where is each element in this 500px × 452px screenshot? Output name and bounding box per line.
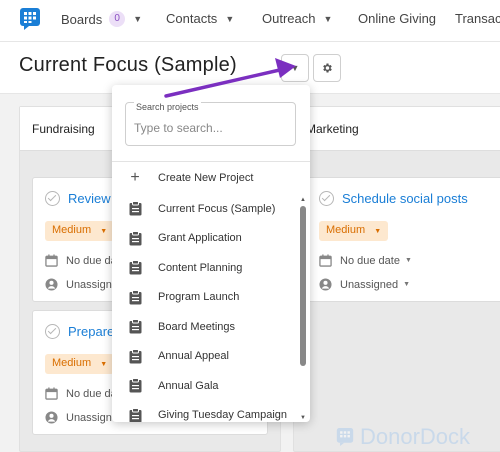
project-item[interactable]: Annual Gala (112, 371, 302, 401)
due-date[interactable]: No due date ▼ (319, 254, 412, 267)
project-list: Current Focus (Sample) Grant Application… (112, 194, 302, 422)
top-navigation: Boards 0 ▼ Contacts ▼ Outreach ▼ Online … (0, 0, 500, 42)
check-circle-icon[interactable] (319, 191, 334, 206)
priority-badge[interactable]: Medium ▼ (319, 221, 389, 241)
chevron-down-icon: ▼ (290, 63, 300, 73)
search-input[interactable] (134, 121, 284, 135)
nav-transactions[interactable]: Transac (455, 11, 500, 26)
assignee[interactable]: Unassigned ▼ (319, 278, 410, 291)
app-logo-icon[interactable] (19, 7, 41, 31)
project-item[interactable]: Giving Tuesday Campaign (112, 401, 302, 422)
nav-online-giving-label: Online Giving (358, 11, 437, 26)
search-projects-label: Search projects (134, 102, 201, 112)
due-date-label: No due da (66, 254, 117, 267)
due-date[interactable]: No due da (45, 254, 117, 267)
priority-label: Medium (326, 224, 366, 236)
project-item-label: Board Meetings (158, 320, 236, 333)
nav-contacts-label: Contacts (166, 11, 218, 26)
create-new-project-label: Create New Project (158, 172, 254, 184)
clipboard-icon (112, 319, 158, 334)
chevron-down-icon: ▼ (133, 14, 143, 24)
watermark-text: DonorDock (360, 424, 471, 449)
chevron-down-icon: ▼ (374, 228, 382, 235)
scroll-down-icon[interactable]: ▼ (300, 415, 306, 421)
project-item[interactable]: Grant Application (112, 224, 302, 254)
column-header: Marketing (294, 107, 500, 151)
project-item[interactable]: Current Focus (Sample) (112, 194, 302, 224)
clipboard-icon (112, 260, 158, 275)
assignee-label: Unassigned (340, 278, 399, 291)
assignee-label: Unassign (66, 411, 112, 424)
chevron-down-icon: ▼ (404, 257, 412, 264)
clipboard-icon (112, 378, 158, 393)
due-date-label: No due da (66, 387, 117, 400)
scroll-up-icon[interactable]: ▲ (300, 197, 306, 203)
settings-button[interactable] (313, 54, 341, 82)
project-item-label: Program Launch (158, 291, 240, 304)
task-title[interactable]: Schedule social posts (342, 191, 468, 206)
project-item-label: Content Planning (158, 261, 243, 274)
project-item[interactable]: Program Launch (112, 283, 302, 313)
project-item[interactable]: Content Planning (112, 253, 302, 283)
watermark-logo-icon (336, 428, 354, 446)
due-date[interactable]: No due da (45, 387, 117, 400)
check-circle-icon[interactable] (45, 191, 60, 206)
chevron-down-icon: ▼ (225, 13, 235, 24)
project-item-label: Giving Tuesday Campaign (158, 409, 288, 422)
project-item-label: Annual Gala (158, 379, 219, 392)
dropdown-scrollbar[interactable]: ▲ ▼ (300, 197, 306, 421)
divider (112, 161, 310, 162)
assignee[interactable]: Unassign (45, 411, 112, 424)
scroll-thumb[interactable] (300, 206, 306, 366)
chevron-down-icon: ▼ (323, 13, 333, 24)
nav-outreach[interactable]: Outreach ▼ (262, 11, 332, 26)
task-card[interactable]: Schedule social posts Medium ▼ No due da… (306, 177, 500, 302)
person-icon (319, 278, 332, 291)
nav-online-giving[interactable]: Online Giving (358, 11, 436, 26)
chevron-down-icon: ▼ (403, 281, 411, 288)
nav-boards[interactable]: Boards 0 ▼ (61, 11, 142, 27)
priority-label: Medium (52, 357, 92, 369)
clipboard-icon (112, 348, 158, 364)
watermark: DonorDock (336, 424, 470, 450)
person-icon (45, 411, 58, 424)
clipboard-icon (112, 289, 158, 305)
gear-icon (323, 63, 332, 73)
nav-boards-label: Boards (61, 11, 103, 27)
project-item[interactable]: Annual Appeal (112, 342, 302, 372)
project-item[interactable]: Board Meetings (112, 312, 302, 342)
project-item-label: Grant Application (158, 232, 242, 245)
chevron-down-icon: ▼ (100, 228, 108, 235)
clipboard-icon (112, 230, 158, 246)
task-title[interactable]: Prepare (68, 324, 114, 339)
due-date-label: No due date (340, 254, 400, 267)
calendar-icon (45, 254, 58, 267)
nav-outreach-label: Outreach (262, 11, 316, 26)
person-icon (45, 278, 58, 291)
plus-icon: + (130, 169, 140, 186)
search-projects-field[interactable]: Search projects (125, 102, 296, 146)
assignee[interactable]: Unassign (45, 278, 112, 291)
priority-badge[interactable]: Medium ▼ (45, 354, 115, 374)
calendar-icon (45, 387, 58, 400)
page-title: Current Focus (Sample) (19, 54, 237, 76)
assignee-label: Unassign (66, 278, 112, 291)
nav-contacts[interactable]: Contacts ▼ (166, 11, 234, 26)
project-item-label: Annual Appeal (158, 350, 229, 363)
check-circle-icon[interactable] (45, 324, 60, 339)
project-item-label: Current Focus (Sample) (158, 202, 276, 215)
chevron-down-icon: ▼ (100, 361, 108, 368)
clipboard-icon (112, 201, 158, 216)
project-switcher-button[interactable]: ▼ (281, 54, 309, 82)
project-dropdown: Search projects + Create New Project Cur… (112, 85, 310, 422)
calendar-icon (319, 254, 332, 267)
nav-transactions-label: Transac (455, 11, 500, 26)
board-column-marketing: Marketing Schedule social posts Medium ▼… (293, 106, 500, 452)
create-new-project-button[interactable]: + Create New Project (112, 167, 310, 189)
priority-badge[interactable]: Medium ▼ (45, 221, 115, 241)
priority-label: Medium (52, 224, 92, 236)
clipboard-icon (112, 407, 158, 422)
boards-count-badge: 0 (109, 11, 126, 27)
